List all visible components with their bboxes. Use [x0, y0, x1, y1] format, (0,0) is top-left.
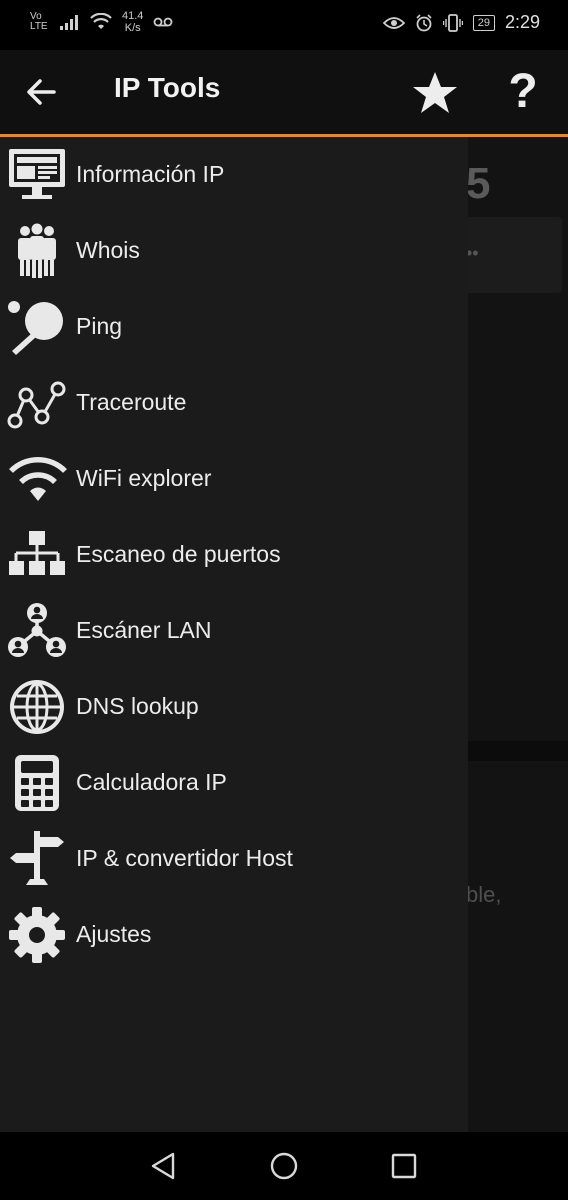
lan-icon	[8, 603, 66, 657]
navigation-drawer: Información IP Whois Ping Traceroute WiF…	[0, 137, 468, 1132]
background-digit: 5	[466, 159, 491, 208]
background-text: ble,	[466, 882, 502, 907]
drawer-item-label: Escaneo de puertos	[76, 541, 281, 567]
status-left: Vo LTE 41.4 K/s	[30, 10, 173, 34]
monitor-icon	[9, 149, 65, 199]
status-bar: Vo LTE 41.4 K/s 29 2:29	[0, 0, 568, 50]
drawer-item-label: Traceroute	[76, 389, 187, 415]
back-arrow-icon[interactable]	[22, 72, 62, 112]
nav-recents-icon[interactable]	[388, 1150, 420, 1182]
people-icon	[18, 223, 56, 278]
wifi-status-icon	[90, 13, 112, 29]
drawer-item-escaneo-de-puertos[interactable]: Escaneo de puertos	[0, 517, 468, 593]
drawer-item-label: IP & convertidor Host	[76, 845, 293, 871]
battery-indicator: 29	[472, 14, 495, 31]
eye-icon	[382, 16, 405, 29]
status-right: 29 2:29	[382, 12, 540, 33]
speed-value: 41.4	[122, 10, 144, 22]
drawer-item-label: DNS lookup	[76, 693, 199, 719]
drawer-item-ping[interactable]: Ping	[0, 289, 468, 365]
network-type-label: Vo LTE	[30, 11, 48, 32]
drawer-item-ajustes[interactable]: Ajustes	[0, 897, 468, 973]
calculator-icon	[15, 755, 59, 811]
drawer-item-label: WiFi explorer	[76, 465, 212, 491]
drawer-item-escaner-lan[interactable]: Escáner LAN	[0, 593, 468, 669]
drawer-item-label: Ping	[76, 313, 123, 339]
voicemail-icon	[154, 17, 173, 27]
star-icon[interactable]	[410, 68, 460, 118]
clock: 2:29	[504, 12, 540, 32]
ping-pong-icon	[8, 301, 63, 355]
traceroute-icon	[7, 381, 66, 429]
alarm-icon	[416, 13, 432, 31]
signpost-icon	[10, 831, 64, 885]
globe-icon	[10, 680, 64, 734]
port-scan-icon	[9, 531, 65, 575]
background-divider	[468, 741, 568, 761]
drawer-item-label: Ajustes	[76, 921, 152, 947]
wifi-icon	[9, 456, 67, 501]
drawer-item-dns-lookup[interactable]: DNS lookup	[0, 669, 468, 745]
drawer-item-ip-convertidor-host[interactable]: IP & convertidor Host	[0, 821, 468, 897]
drawer-item-wifi-explorer[interactable]: WiFi explorer	[0, 441, 468, 517]
system-nav-bar	[0, 1132, 568, 1200]
nav-back-icon[interactable]	[148, 1150, 180, 1182]
drawer-item-label: Whois	[76, 237, 140, 263]
gear-icon	[9, 907, 65, 963]
signal-icon	[60, 15, 78, 30]
drawer-item-label: Calculadora IP	[76, 769, 227, 795]
drawer-item-calculadora-ip[interactable]: Calculadora IP	[0, 745, 468, 821]
help-button[interactable]: ?	[500, 66, 546, 118]
drawer-item-whois[interactable]: Whois	[0, 213, 468, 289]
nav-home-icon[interactable]	[268, 1150, 300, 1182]
vibrate-icon	[442, 13, 463, 32]
drawer-item-traceroute[interactable]: Traceroute	[0, 365, 468, 441]
speed-unit: K/s	[124, 22, 141, 34]
drawer-item-informacion-ip[interactable]: Información IP	[0, 137, 468, 213]
app-title: IP Tools	[114, 72, 221, 103]
network-speed: 41.4 K/s	[122, 10, 143, 34]
drawer-item-label: Escáner LAN	[76, 617, 212, 643]
app-bar: IP Tools ?	[0, 50, 568, 137]
drawer-item-label: Información IP	[76, 161, 225, 187]
